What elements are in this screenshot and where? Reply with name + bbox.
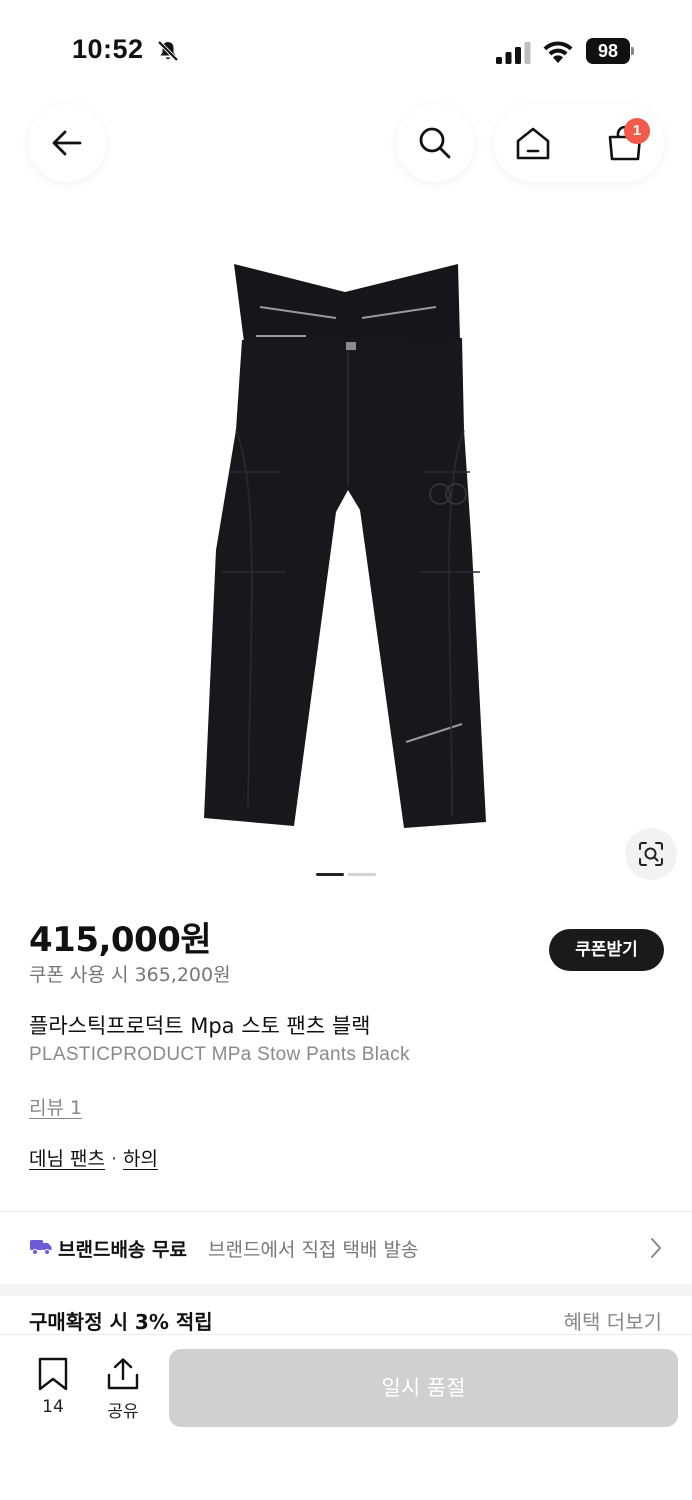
status-time: 10:52 [72, 34, 144, 64]
visual-search-icon [639, 842, 663, 866]
home-icon[interactable] [514, 124, 552, 162]
review-link[interactable]: 리뷰 1 [29, 1093, 82, 1120]
cart-count-badge: 1 [624, 118, 650, 144]
product-image[interactable] [190, 250, 502, 840]
shipping-label: 브랜드배송 무료 [58, 1239, 187, 1261]
home-cart-group: 1 [494, 104, 664, 182]
bookmark-icon [38, 1357, 68, 1391]
wifi-icon [543, 41, 573, 63]
share-label: 공유 [107, 1402, 139, 1422]
category-link-denim-pants[interactable]: 데님 팬츠 [29, 1148, 105, 1170]
benefits-more-link[interactable]: 혜택 더보기 [564, 1306, 662, 1335]
points-row: 구매확정 시 3% 적립 혜택 더보기 [0, 1296, 692, 1336]
product-title: 플라스틱프로덕트 Mpa 스토 팬츠 블랙 [29, 1014, 371, 1038]
search-icon [419, 127, 451, 159]
share-button[interactable]: 공유 [98, 1357, 148, 1427]
back-arrow-icon [52, 130, 82, 156]
bookmark-button[interactable]: 14 [30, 1357, 76, 1427]
category-breadcrumb: 데님 팬츠 · 하의 [29, 1144, 158, 1171]
category-link-bottoms[interactable]: 하의 [123, 1148, 158, 1170]
truck-icon [30, 1240, 52, 1255]
chevron-right-icon [651, 1238, 661, 1258]
product-title-english: PLASTICPRODUCT MPa Stow Pants Black [29, 1044, 410, 1065]
shipping-info-row[interactable]: 브랜드배송 무료 브랜드에서 직접 택배 발송 [0, 1212, 692, 1284]
coupon-price: 쿠폰 사용 시 365,200원 [29, 964, 231, 986]
battery-icon: 98 [586, 38, 634, 64]
search-button[interactable] [396, 104, 474, 182]
image-pager [316, 873, 378, 876]
bell-off-icon [157, 40, 179, 62]
battery-level: 98 [586, 38, 630, 64]
get-coupon-button[interactable]: 쿠폰받기 [549, 929, 664, 971]
share-icon [107, 1358, 139, 1390]
visual-search-button[interactable] [625, 828, 677, 880]
back-button[interactable] [28, 104, 106, 182]
shipping-description: 브랜드에서 직접 택배 발송 [208, 1239, 419, 1261]
signal-icon [496, 42, 531, 64]
pager-dot[interactable] [348, 873, 376, 876]
category-separator: · [110, 1148, 118, 1170]
bottom-action-bar: 14 공유 일시 품절 [0, 1334, 692, 1500]
status-bar: 10:52 98 [0, 0, 692, 100]
section-separator [0, 1284, 692, 1296]
pager-dot-active[interactable] [316, 873, 344, 876]
sold-out-button[interactable]: 일시 품절 [169, 1349, 678, 1427]
points-label: 구매확정 시 3% 적립 [29, 1310, 213, 1334]
product-price: 415,000원 [29, 920, 212, 960]
bookmark-count: 14 [42, 1397, 64, 1417]
